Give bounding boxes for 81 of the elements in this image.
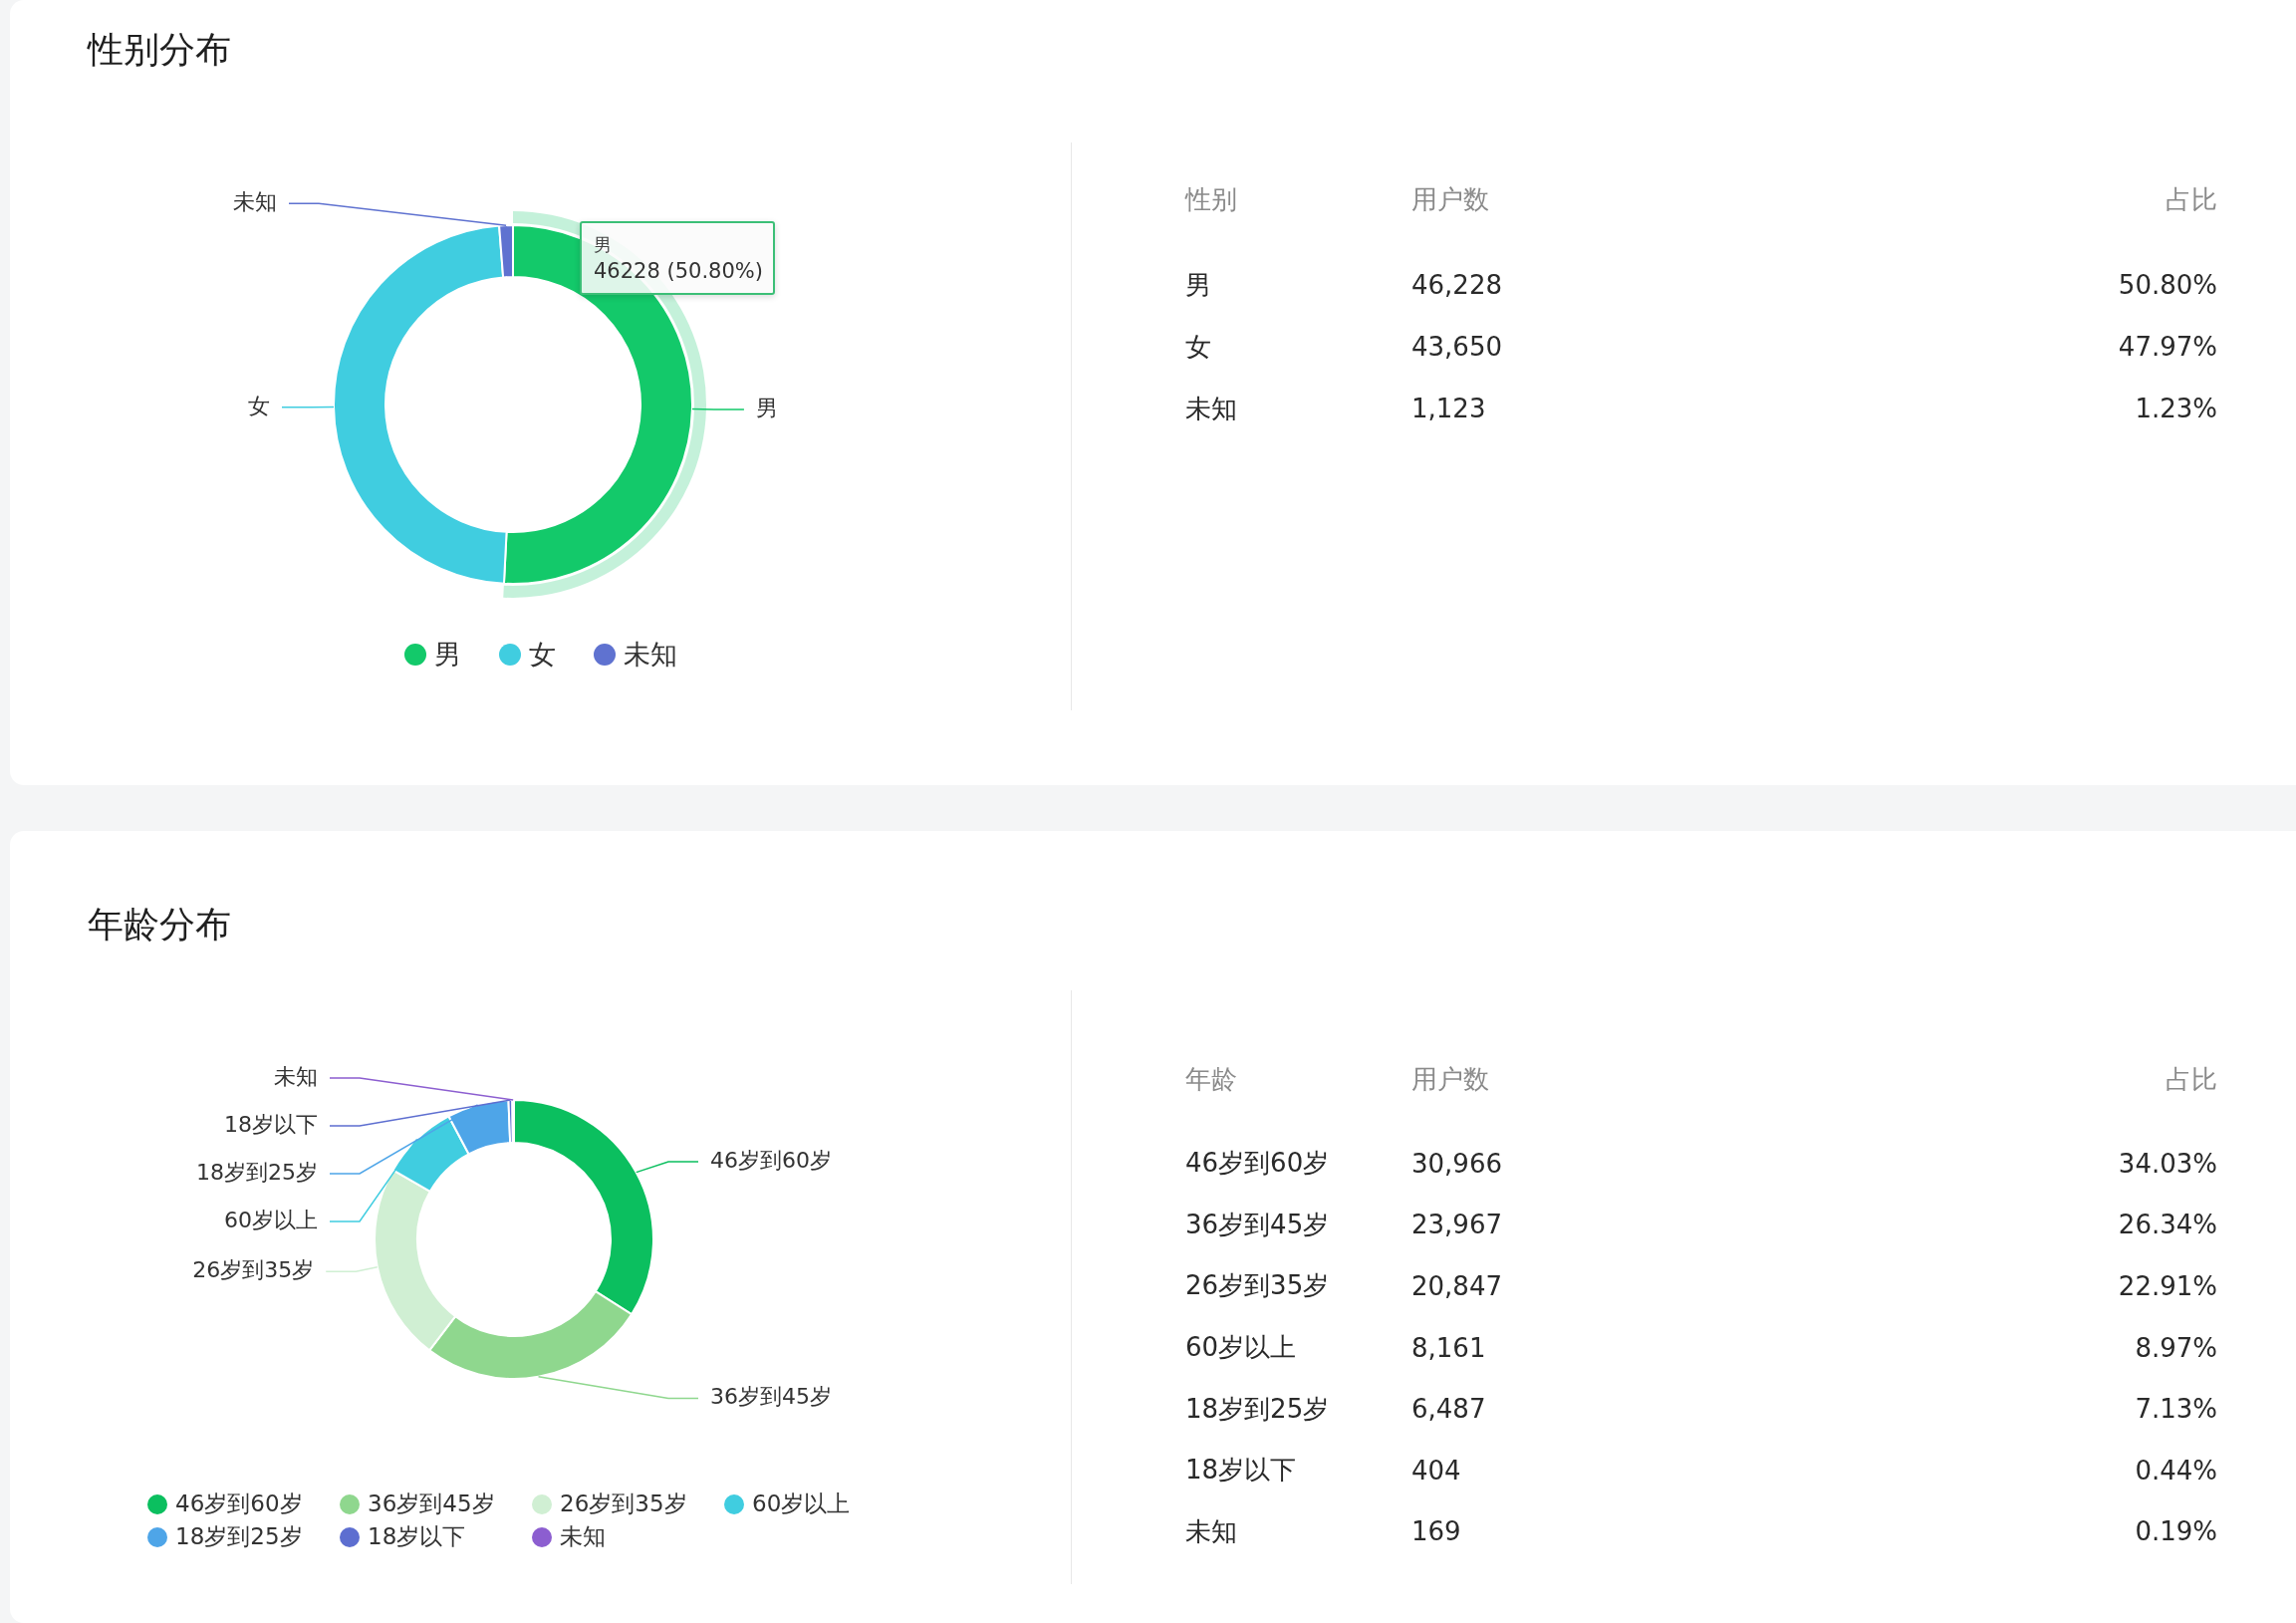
table-cell: 26.34%	[2118, 1210, 2217, 1240]
legend-label: 未知	[560, 1522, 606, 1551]
table-cell-text: 未知	[1185, 392, 1237, 425]
table-cell: 7.13%	[2135, 1394, 2217, 1425]
donut-slice[interactable]	[447, 1099, 512, 1156]
donut-slice[interactable]	[374, 1169, 457, 1352]
legend-item[interactable]: 18岁以下	[340, 1521, 532, 1552]
column-header: 年龄	[1185, 1062, 1237, 1096]
legend-item[interactable]: 18岁到25岁	[147, 1521, 340, 1552]
table-cell-text: 男	[1185, 268, 1211, 302]
slice-label: 女	[248, 393, 270, 418]
table-cell: 46,228	[1411, 270, 1502, 300]
legend-item[interactable]: 26岁到35岁	[532, 1488, 724, 1519]
column-header: 占比	[2166, 1062, 2217, 1096]
legend-label: 未知	[623, 638, 677, 672]
legend-item[interactable]: 未知	[593, 637, 677, 673]
legend-item[interactable]: 男	[403, 637, 461, 673]
table-cell: 20,847	[1411, 1271, 1502, 1301]
column-header: 占比	[2166, 182, 2217, 216]
legend-label: 46岁到60岁	[175, 1489, 303, 1518]
table-cell: 169	[1411, 1516, 1461, 1547]
legend-item[interactable]: 46岁到60岁	[147, 1488, 340, 1519]
legend-item[interactable]: 未知	[532, 1521, 724, 1552]
table-cell-text: 36岁到45岁	[1185, 1208, 1330, 1241]
donut-slice[interactable]	[511, 1099, 515, 1144]
table-cell: 34.03%	[2118, 1148, 2217, 1179]
table-cell-text: 18岁以下	[1185, 1454, 1297, 1488]
table-cell: 23,967	[1411, 1210, 1502, 1240]
section-title: 性别分布	[88, 28, 232, 72]
donut-slice[interactable]	[333, 224, 508, 585]
leader-line	[325, 1266, 379, 1272]
legend-label: 18岁到25岁	[175, 1522, 303, 1551]
column-header: 用户数	[1411, 182, 1489, 216]
column-header: 用户数	[1411, 1062, 1489, 1096]
slice-label: 60岁以上	[224, 1208, 318, 1232]
table-cell-text: 未知	[1185, 1514, 1237, 1548]
table-cell: 1,123	[1411, 394, 1486, 423]
table-cell: 1.23%	[2135, 394, 2217, 423]
donut-slice[interactable]	[513, 1099, 654, 1316]
slice-label: 18岁到25岁	[196, 1160, 318, 1185]
table-cell: 22.91%	[2118, 1271, 2217, 1301]
table-cell: 0.19%	[2135, 1516, 2217, 1547]
table-cell: 43,650	[1411, 332, 1502, 362]
slice-label: 未知	[233, 189, 277, 215]
leader-line	[636, 1161, 699, 1174]
slice-label: 46岁到60岁	[710, 1148, 832, 1174]
legend-label: 26岁到35岁	[560, 1489, 687, 1518]
leader-line	[281, 406, 335, 408]
slice-label: 26岁到35岁	[192, 1257, 315, 1283]
table-cell: 50.80%	[2118, 270, 2217, 300]
legend-label: 60岁以上	[752, 1489, 851, 1518]
table-cell: 8.97%	[2135, 1332, 2217, 1363]
slice-label: 男	[755, 396, 778, 421]
slice-label: 36岁到45岁	[710, 1384, 832, 1410]
table-cell-text: 60岁以上	[1185, 1331, 1297, 1365]
donut-slice[interactable]	[428, 1290, 634, 1380]
legend-item[interactable]: 36岁到45岁	[340, 1488, 532, 1519]
column-header: 性别	[1185, 182, 1237, 216]
table-cell-text: 女	[1185, 330, 1211, 364]
table-cell-text: 46岁到60岁	[1185, 1147, 1330, 1181]
table-cell: 47.97%	[2118, 332, 2217, 362]
legend-label: 女	[528, 638, 556, 672]
legend-label: 18岁以下	[368, 1522, 466, 1551]
tooltip-value: 46228 (50.80%)	[594, 259, 761, 283]
donut-slice[interactable]	[391, 1115, 470, 1193]
legend-label: 男	[433, 638, 461, 672]
slice-label: 未知	[274, 1064, 318, 1089]
legend-item[interactable]: 女	[498, 637, 556, 673]
table-cell: 8,161	[1411, 1332, 1486, 1363]
table-cell: 6,487	[1411, 1394, 1486, 1425]
tooltip-title: 男	[594, 233, 613, 257]
section-title: 年龄分布	[88, 903, 232, 947]
table-cell-text: 18岁到25岁	[1185, 1392, 1330, 1426]
leader-line	[691, 407, 745, 410]
legend-label: 36岁到45岁	[368, 1489, 495, 1518]
table-cell: 0.44%	[2135, 1455, 2217, 1486]
table-cell: 404	[1411, 1455, 1461, 1486]
table-cell-text: 26岁到35岁	[1185, 1269, 1330, 1303]
slice-label: 18岁以下	[224, 1112, 318, 1137]
legend-item[interactable]: 60岁以上	[724, 1488, 916, 1519]
table-cell: 30,966	[1411, 1148, 1502, 1179]
